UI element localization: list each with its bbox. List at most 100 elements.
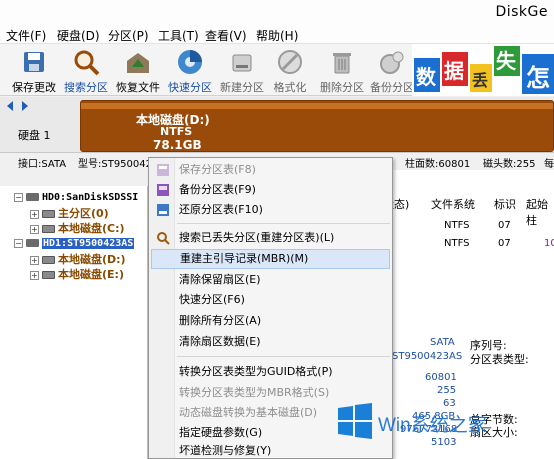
- menu-item-label: 还原分区表(F10): [179, 203, 263, 216]
- tree-node-c[interactable]: + 本地磁盘(C:): [30, 220, 125, 236]
- tree-node-label: HD0:SanDiskSDSSI: [42, 192, 139, 203]
- partition-fs: NTFS: [160, 125, 193, 138]
- save-changes-button[interactable]: 保存更改: [6, 47, 62, 95]
- disk-nav-arrows-icon[interactable]: [4, 100, 34, 112]
- expand-icon[interactable]: +: [30, 255, 39, 265]
- menu-item-label: 指定硬盘参数(G): [179, 426, 263, 439]
- menu-item-clear-sectors[interactable]: 清除扇区数据(E): [151, 332, 390, 352]
- menu-item-restore-table[interactable]: 还原分区表(F10): [151, 200, 390, 220]
- menu-view[interactable]: 查看(V): [205, 27, 247, 44]
- detail-model: ST9500423AS: [392, 351, 463, 362]
- restore-table-icon: [157, 204, 169, 216]
- menu-item-clear-reserved[interactable]: 清除保留扇区(E): [151, 270, 390, 290]
- title-bar: DiskGe: [0, 0, 554, 26]
- menu-item-label: 转换分区表类型为MBR格式(S): [179, 386, 330, 399]
- menu-item-label: 备份分区表(F9): [179, 183, 256, 196]
- menu-item-convert-mbr[interactable]: 转换分区表类型为MBR格式(S): [151, 383, 390, 403]
- disk-icon: [26, 239, 39, 247]
- partition-icon: [42, 225, 55, 233]
- detail-ptype-label: 分区表类型:: [470, 353, 529, 366]
- delete-partition-button[interactable]: 删除分区: [314, 47, 370, 95]
- recover-files-button[interactable]: 恢复文件: [110, 47, 166, 95]
- menu-item-delete-all[interactable]: 删除所有分区(A): [151, 311, 390, 331]
- watermark: Win系统之家: [336, 402, 554, 446]
- watermark-text: Win系统之家: [378, 415, 487, 436]
- menu-file[interactable]: 文件(F): [6, 27, 46, 44]
- format-button[interactable]: 格式化: [262, 47, 318, 95]
- menu-item-label: 清除扇区数据(E): [179, 335, 261, 348]
- format-label: 格式化: [273, 81, 307, 94]
- partition-icon: [42, 271, 55, 279]
- format-icon: [278, 50, 302, 74]
- save-table-icon: [157, 164, 169, 176]
- menu-help[interactable]: 帮助(H): [256, 27, 298, 44]
- menu-item-save-table[interactable]: 保存分区表(F8): [151, 160, 390, 180]
- menu-item-label: 保存分区表(F8): [179, 163, 256, 176]
- menu-item-backup-table[interactable]: 备份分区表(F9): [151, 180, 390, 200]
- menu-item-label: 搜索已丢失分区(重建分区表)(L): [179, 231, 335, 244]
- info-tail: 每: [544, 159, 554, 170]
- search-partition-button[interactable]: 搜索分区: [58, 47, 114, 95]
- search-lost-icon: [157, 232, 170, 245]
- quick-partition-icon: [178, 50, 202, 74]
- menu-partition[interactable]: 分区(P): [108, 27, 149, 44]
- recover-icon: [127, 53, 149, 73]
- menu-separator: [177, 356, 390, 357]
- menu-disk[interactable]: 硬盘(D): [57, 27, 100, 44]
- tree-node-d[interactable]: + 本地磁盘(D:): [30, 251, 126, 267]
- menu-item-convert-guid[interactable]: 转换分区表类型为GUID格式(P): [151, 362, 390, 382]
- detail-cylinders: 60801: [425, 372, 457, 383]
- quick-partition-label: 快速分区: [168, 81, 212, 94]
- disk-icon: [26, 193, 39, 201]
- expand-icon[interactable]: +: [30, 270, 39, 280]
- disk-tree: − HD0:SanDiskSDSSI + 主分区(0) + 本地磁盘(C:) − HD1…: [0, 186, 148, 459]
- partition-bar-d[interactable]: 本地磁盘(D:) NTFS 78.1GB: [80, 100, 554, 152]
- partition-size: 78.1GB: [153, 138, 202, 152]
- disk-map-region: 硬盘 1 本地磁盘(D:) NTFS 78.1GB: [0, 97, 554, 153]
- banner-char-4: 失: [496, 49, 517, 73]
- menu-item-rebuild-mbr[interactable]: 重建主引导记录(MBR)(M): [151, 249, 390, 269]
- collapse-icon[interactable]: −: [14, 238, 23, 248]
- menu-item-label: 坏道检测与修复(Y): [179, 444, 272, 457]
- cell-fs: NTFS: [444, 220, 470, 231]
- new-partition-icon: [232, 54, 252, 72]
- partition-bar-strip: [81, 103, 553, 109]
- tree-node-label: 主分区(0): [58, 207, 109, 220]
- cell-fs: NTFS: [444, 238, 470, 249]
- banner-char-3: 丢: [472, 71, 488, 90]
- menu-item-search-lost[interactable]: 搜索已丢失分区(重建分区表)(L): [151, 228, 390, 248]
- partition-icon: [42, 256, 55, 264]
- tree-node-hd0[interactable]: − HD0:SanDiskSDSSI: [14, 190, 138, 203]
- banner-char-2: 据: [444, 59, 464, 83]
- backup-icon: [380, 51, 404, 74]
- cell-start: 10: [544, 238, 554, 249]
- menu-tools[interactable]: 工具(T): [158, 27, 199, 44]
- tree-node-hd1[interactable]: − HD1:ST9500423AS: [14, 236, 135, 249]
- col-header-start: 起始柱: [526, 198, 548, 227]
- expand-icon[interactable]: +: [30, 224, 39, 234]
- tree-node-label: 本地磁盘(E:): [58, 268, 124, 281]
- col-header-fs: 文件系统: [431, 198, 475, 211]
- windows-logo-icon: [338, 403, 372, 439]
- save-changes-label: 保存更改: [12, 81, 56, 94]
- banner-char-5: 怎: [526, 64, 550, 92]
- tree-node-primary0[interactable]: + 主分区(0): [30, 205, 109, 221]
- menu-item-label: 动态磁盘转换为基本磁盘(D): [179, 406, 318, 419]
- menu-item-label: 清除保留扇区(E): [179, 273, 261, 286]
- tree-node-e[interactable]: + 本地磁盘(E:): [30, 266, 124, 282]
- menu-item-label: 转换分区表类型为GUID格式(P): [179, 365, 333, 378]
- col-header-id: 标识: [494, 198, 516, 211]
- disk-label: 硬盘 1: [18, 129, 51, 142]
- quick-partition-button[interactable]: 快速分区: [162, 47, 218, 95]
- tree-node-label: 本地磁盘(C:): [58, 222, 125, 235]
- tree-header: [0, 170, 148, 186]
- menu-item-label: 删除所有分区(A): [179, 314, 262, 327]
- info-cylinders: 柱面数:60801: [405, 159, 471, 170]
- collapse-icon[interactable]: −: [14, 192, 23, 202]
- expand-icon[interactable]: +: [30, 209, 39, 219]
- save-icon: [24, 52, 44, 72]
- promo-banner[interactable]: 数 据 丢 失 怎: [412, 44, 554, 96]
- info-interface: 接口:SATA: [18, 159, 67, 170]
- menu-item-quick-partition[interactable]: 快速分区(F6): [151, 290, 390, 310]
- backup-table-icon: [157, 184, 169, 196]
